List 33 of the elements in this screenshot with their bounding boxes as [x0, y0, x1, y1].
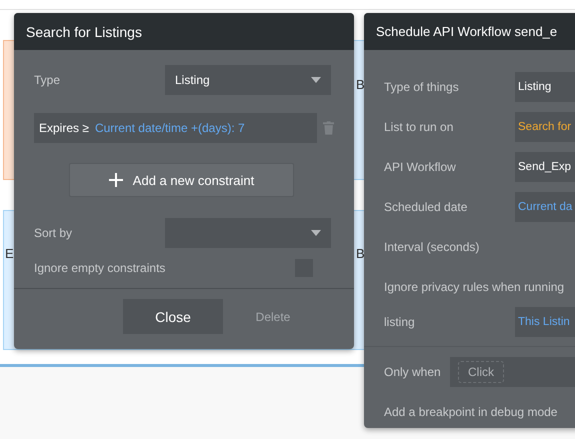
- caret-icon: [311, 77, 321, 83]
- close-button[interactable]: Close: [123, 299, 223, 334]
- plus-icon: [108, 173, 123, 187]
- value-field[interactable]: Search for: [515, 112, 575, 142]
- caret-icon: [311, 230, 321, 236]
- field-label: Interval (seconds): [384, 240, 480, 254]
- field-label: List to run on: [384, 120, 454, 134]
- add-constraint-button[interactable]: Add a new constraint: [69, 163, 294, 197]
- panel-title: Search for Listings: [14, 13, 354, 50]
- type-dropdown[interactable]: Listing: [165, 65, 331, 95]
- panel-title: Schedule API Workflow send_e: [364, 13, 575, 50]
- value-field[interactable]: Send_Exp: [515, 152, 575, 182]
- constraint-field[interactable]: Expires ≥ Current date/time +(days): 7: [34, 113, 317, 143]
- element-label: B: [356, 246, 365, 261]
- field-label: API Workflow: [384, 160, 457, 174]
- field-label: Scheduled date: [384, 200, 468, 214]
- ignore-empty-label: Ignore empty constraints: [34, 261, 166, 275]
- trash-icon[interactable]: [322, 121, 334, 135]
- value-field[interactable]: Current da: [515, 192, 575, 222]
- field-label: Ignore privacy rules when running: [384, 280, 564, 294]
- field-label: listing: [384, 315, 416, 329]
- element-label: B: [356, 77, 365, 92]
- sort-by-label: Sort by: [34, 226, 74, 240]
- only-when-label: Only when: [384, 365, 442, 379]
- type-label: Type: [34, 73, 62, 87]
- field-label: Type of things: [384, 80, 460, 94]
- condition-field[interactable]: Click: [450, 357, 575, 387]
- element-label: E: [5, 246, 14, 261]
- value-field[interactable]: This Listin: [515, 307, 575, 337]
- value-field[interactable]: Listing: [515, 72, 575, 102]
- sort-by-dropdown[interactable]: [165, 218, 331, 248]
- placeholder-chip: Click: [458, 361, 504, 383]
- breakpoint-label: Add a breakpoint in debug mode: [384, 405, 558, 419]
